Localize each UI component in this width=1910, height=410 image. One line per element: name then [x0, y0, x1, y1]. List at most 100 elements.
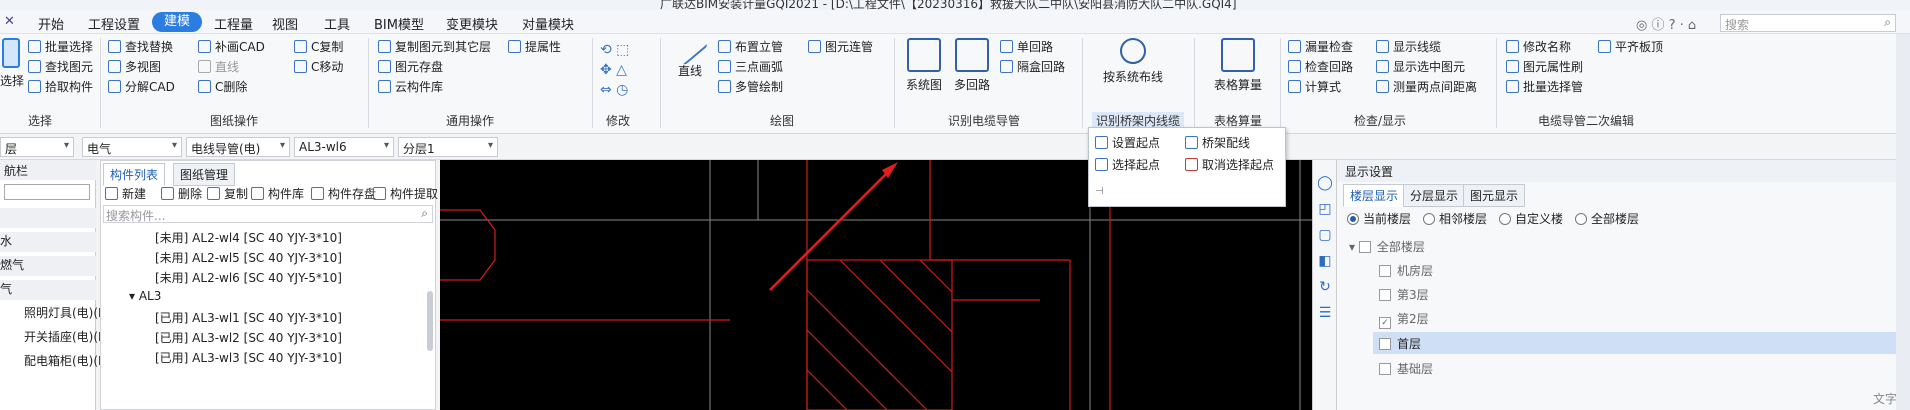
element-pipe-button[interactable]: 图元连管: [808, 38, 873, 55]
group-select-label[interactable]: 选择: [28, 112, 52, 129]
delete-button[interactable]: 删除: [161, 185, 202, 202]
radio-custom-floor[interactable]: 自定义楼: [1499, 210, 1563, 227]
radio-all-floors[interactable]: 全部楼层: [1575, 210, 1639, 227]
batch-select-button[interactable]: 批量选择: [28, 38, 93, 55]
floor-machine-room[interactable]: 机房层: [1379, 262, 1433, 279]
set-start-point-item[interactable]: 设置起点: [1095, 134, 1160, 151]
tab-drawing-management[interactable]: 图纸管理: [173, 163, 236, 186]
rename-button[interactable]: 修改名称: [1506, 38, 1571, 55]
radio-current-floor[interactable]: 当前楼层: [1347, 210, 1411, 227]
group-drawing-ops-label[interactable]: 图纸操作: [210, 112, 258, 129]
pick-component-button[interactable]: 拾取构件: [28, 78, 93, 95]
group-cable-edit2-label[interactable]: 电缆导管二次编辑: [1538, 112, 1634, 129]
cancel-start-point-item[interactable]: 取消选择起点: [1185, 156, 1274, 173]
group-general-ops-label[interactable]: 通用操作: [446, 112, 494, 129]
element-save-button[interactable]: 图元存盘: [378, 58, 443, 75]
group-check-display-label[interactable]: 检查/显示: [1354, 112, 1406, 129]
list-item[interactable]: [已用] AL3-wl2 [SC 40 YJY-3*10]: [155, 329, 342, 346]
list-item[interactable]: [已用] AL3-wl1 [SC 40 YJY-3*10]: [155, 309, 342, 326]
component-search[interactable]: 搜索构件... ⌕: [103, 205, 433, 223]
property-brush-button[interactable]: 图元属性刷: [1506, 58, 1583, 75]
help-icons[interactable]: ◎ ⓘ ? · ⌂: [1636, 14, 1696, 33]
extract-property-button[interactable]: 提属性: [508, 38, 561, 55]
floor-3[interactable]: 第3层: [1379, 286, 1429, 303]
menu-change-module[interactable]: 变更模块: [446, 14, 498, 33]
floor-foundation[interactable]: 基础层: [1379, 360, 1433, 377]
new-button[interactable]: 新建: [105, 185, 146, 202]
measure-distance-button[interactable]: 测量两点间距离: [1376, 78, 1477, 95]
list-item[interactable]: [未用] AL2-wl4 [SC 40 YJY-3*10]: [155, 229, 342, 246]
group-identify-cable-label[interactable]: 识别电缆导管: [948, 112, 1020, 129]
menu-view[interactable]: 视图: [272, 14, 298, 33]
vertical-pipe-button[interactable]: 布置立管: [718, 38, 783, 55]
list-item[interactable]: [未用] AL2-wl5 [SC 40 YJY-3*10]: [155, 249, 342, 266]
copy-to-other-layer-button[interactable]: 复制图元到其它层: [378, 38, 491, 55]
menu-start[interactable]: 开始: [38, 14, 64, 33]
type-select[interactable]: 电线导管(电) ▾: [186, 137, 290, 157]
tray-wiring-item[interactable]: 桥架配线: [1185, 134, 1250, 151]
component-select[interactable]: AL3-wl6 ▾: [294, 137, 394, 157]
nav-item[interactable]: [0, 208, 96, 228]
search-icon[interactable]: ⌕: [421, 206, 428, 221]
three-point-arc-button[interactable]: 三点画弧: [718, 58, 783, 75]
multi-pipe-button[interactable]: 多管绘制: [718, 78, 783, 95]
menu-bim-model[interactable]: BIM模型: [374, 14, 424, 33]
straight-line-button[interactable]: 直线: [198, 58, 239, 75]
tab-element-display[interactable]: 图元显示: [1463, 184, 1526, 207]
menu-tools[interactable]: 工具: [324, 14, 350, 33]
app-logo-icon[interactable]: ✕: [4, 14, 15, 29]
batch-select-pipe-button[interactable]: 批量选择管: [1506, 78, 1583, 95]
missing-check-button[interactable]: 漏量检查: [1288, 38, 1353, 55]
show-selected-button[interactable]: 显示选中图元: [1376, 58, 1465, 75]
nav-item-panel[interactable]: 配电箱柜(电)(P: [24, 352, 105, 369]
formula-button[interactable]: 计算式: [1288, 78, 1341, 95]
patch-cad-button[interactable]: 补画CAD: [198, 38, 265, 55]
tree-all-floors[interactable]: ▾ 全部楼层: [1349, 238, 1425, 255]
c-move-button[interactable]: C移动: [294, 58, 343, 75]
radio-adjacent-floor[interactable]: 相邻楼层: [1423, 210, 1487, 227]
table-calc-button[interactable]: 表格算量: [1210, 38, 1266, 93]
search-box[interactable]: 搜索 ⌕: [1720, 14, 1896, 32]
select-button[interactable]: 选择: [0, 38, 24, 89]
floor-select[interactable]: 层 ▾: [0, 137, 74, 157]
discipline-select[interactable]: 电气 ▾: [82, 137, 182, 157]
component-library-button[interactable]: 构件库: [251, 185, 304, 202]
tab-layer-display[interactable]: 分层显示: [1403, 184, 1466, 207]
tree-group-al3[interactable]: ▾ AL3: [129, 289, 161, 303]
find-element-button[interactable]: 查找图元: [28, 58, 93, 75]
view-tool-icons[interactable]: ◯ ◰ ▢ ◧ ↻ ☰: [1317, 170, 1333, 326]
c-copy-button[interactable]: C复制: [294, 38, 343, 55]
nav-filter-box[interactable]: [4, 184, 90, 200]
scrollbar[interactable]: [427, 291, 433, 351]
tab-component-list[interactable]: 构件列表: [103, 163, 166, 186]
floor-2[interactable]: ✓ 第2层: [1379, 310, 1429, 329]
component-save-button[interactable]: 构件存盘: [311, 185, 376, 202]
draw-line-button[interactable]: 直线: [670, 30, 710, 79]
list-item[interactable]: [未用] AL2-wl6 [SC 40 YJY-5*10]: [155, 269, 342, 286]
route-by-system-button[interactable]: 按系统布线: [1098, 38, 1168, 85]
copy-button[interactable]: 复制: [207, 185, 248, 202]
modify-tools[interactable]: ⟲ ⬚ ✥ △ ⇔ ◷: [600, 40, 650, 102]
nav-item-socket[interactable]: 开关插座(电)(K: [24, 328, 106, 345]
show-cable-button[interactable]: 显示线缆: [1376, 38, 1441, 55]
menu-compare-module[interactable]: 对量模块: [522, 14, 574, 33]
group-modify-label[interactable]: 修改: [606, 112, 630, 129]
layer-select[interactable]: 分层1 ▾: [398, 137, 498, 157]
multi-view-button[interactable]: 多视图: [108, 58, 161, 75]
explode-cad-button[interactable]: 分解CAD: [108, 78, 175, 95]
menu-project-settings[interactable]: 工程设置: [88, 14, 140, 33]
nav-item-gas[interactable]: 燃气: [0, 256, 96, 276]
box-circuit-button[interactable]: 隔盒回路: [1000, 58, 1065, 75]
system-diagram-button[interactable]: 系统图: [904, 38, 944, 93]
tab-floor-display[interactable]: 楼层显示: [1343, 184, 1406, 207]
pin-icon[interactable]: ⊣: [1095, 186, 1104, 197]
search-icon[interactable]: ⌕: [1884, 15, 1891, 30]
group-draw-label[interactable]: 绘图: [770, 112, 794, 129]
multi-circuit-button[interactable]: 多回路: [952, 38, 992, 93]
find-replace-button[interactable]: 查找替换: [108, 38, 173, 55]
nav-item-air[interactable]: 气: [0, 280, 96, 300]
menu-modeling[interactable]: 建模: [152, 12, 203, 32]
align-slab-top-button[interactable]: 平齐板顶: [1598, 38, 1663, 55]
list-item[interactable]: [已用] AL3-wl3 [SC 40 YJY-3*10]: [155, 349, 342, 366]
floor-ground[interactable]: 首层: [1379, 335, 1421, 352]
